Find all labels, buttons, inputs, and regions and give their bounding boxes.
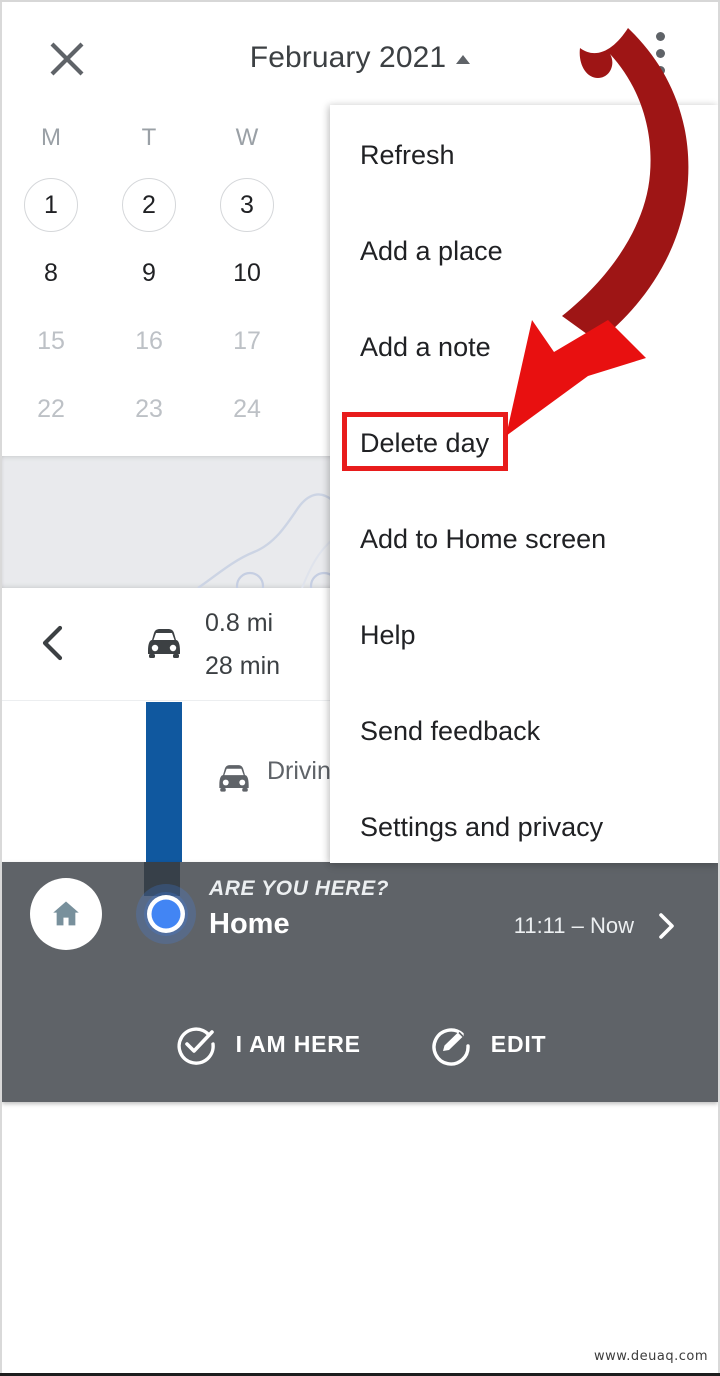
calendar-day[interactable]: 10 xyxy=(198,240,296,306)
menu-item-add-to-home-screen[interactable]: Add to Home screen xyxy=(330,491,718,587)
calendar-day[interactable]: 23 xyxy=(100,376,198,442)
overflow-dot xyxy=(655,49,665,58)
frame-edge xyxy=(0,0,2,1376)
card-actions: I AM HERE EDIT xyxy=(2,1022,718,1066)
menu-item-send-feedback[interactable]: Send feedback xyxy=(330,683,718,779)
page-title-text: February 2021 xyxy=(249,41,447,74)
menu-item-help[interactable]: Help xyxy=(330,587,718,683)
calendar-day[interactable]: 9 xyxy=(100,240,198,306)
route-distance-duration: 0.8 mi 28 min xyxy=(205,602,280,688)
menu-item-refresh[interactable]: Refresh xyxy=(330,107,718,203)
page-title[interactable]: February 2021 xyxy=(2,38,718,78)
edit-button[interactable]: EDIT xyxy=(429,1022,547,1066)
day-header: T xyxy=(141,124,157,151)
calendar-day[interactable]: 24 xyxy=(198,376,296,442)
app-screenshot: February 2021 M T W 1 2 3 8 9 10 15 16 1… xyxy=(0,0,720,1376)
menu-item-settings-and-privacy[interactable]: Settings and privacy xyxy=(330,779,718,875)
avatar[interactable] xyxy=(30,878,102,950)
menu-item-add-a-note[interactable]: Add a note xyxy=(330,299,718,395)
calendar-day[interactable]: 2 xyxy=(100,172,198,238)
calendar-day[interactable]: 3 xyxy=(198,172,296,238)
calendar-day-ring: 3 xyxy=(220,178,274,232)
place-name: Home xyxy=(209,908,290,940)
car-icon xyxy=(140,618,188,668)
calendar-day-ring: 2 xyxy=(122,178,176,232)
annotation-highlight-box xyxy=(342,412,508,471)
calendar-day[interactable]: 1 xyxy=(2,172,100,238)
route-distance: 0.8 mi xyxy=(205,609,274,637)
overflow-dot xyxy=(655,66,665,75)
calendar-day-ring: 1 xyxy=(24,178,78,232)
i-am-here-button[interactable]: I AM HERE xyxy=(174,1022,361,1066)
menu-item-add-a-place[interactable]: Add a place xyxy=(330,203,718,299)
time-range: 11:11 – Now xyxy=(513,913,634,938)
watermark: www.deuaq.com xyxy=(594,1349,708,1364)
are-you-here-prompt: ARE YOU HERE? xyxy=(209,877,390,900)
edit-label: EDIT xyxy=(490,1030,547,1057)
home-icon xyxy=(53,901,79,926)
day-header: M xyxy=(41,124,61,151)
day-header: W xyxy=(235,124,259,151)
edit-circle-icon xyxy=(432,1028,470,1066)
route-duration: 28 min xyxy=(205,652,281,680)
calendar-day[interactable]: 17 xyxy=(198,308,296,374)
car-icon xyxy=(212,755,256,799)
chevron-right-icon[interactable] xyxy=(650,910,682,942)
are-you-here-card: ARE YOU HERE? Home 11:11 – Now I AM HERE xyxy=(2,862,718,1102)
overflow-menu-icon[interactable] xyxy=(640,32,680,86)
calendar-day[interactable]: 8 xyxy=(2,240,100,306)
frame-edge xyxy=(0,0,720,2)
chevron-left-icon[interactable] xyxy=(32,618,76,668)
calendar-day[interactable]: 16 xyxy=(100,308,198,374)
calendar-day[interactable]: 22 xyxy=(2,376,100,442)
location-dot-icon xyxy=(132,880,200,948)
app-bar: February 2021 xyxy=(2,2,718,105)
timeline-bar xyxy=(146,702,182,862)
i-am-here-label: I AM HERE xyxy=(235,1030,361,1057)
overflow-dot xyxy=(655,32,665,41)
caret-up-icon xyxy=(456,55,471,64)
overflow-menu: Refresh Add a place Add a note Delete da… xyxy=(330,105,718,863)
check-circle-icon xyxy=(177,1027,215,1065)
calendar-day[interactable]: 15 xyxy=(2,308,100,374)
